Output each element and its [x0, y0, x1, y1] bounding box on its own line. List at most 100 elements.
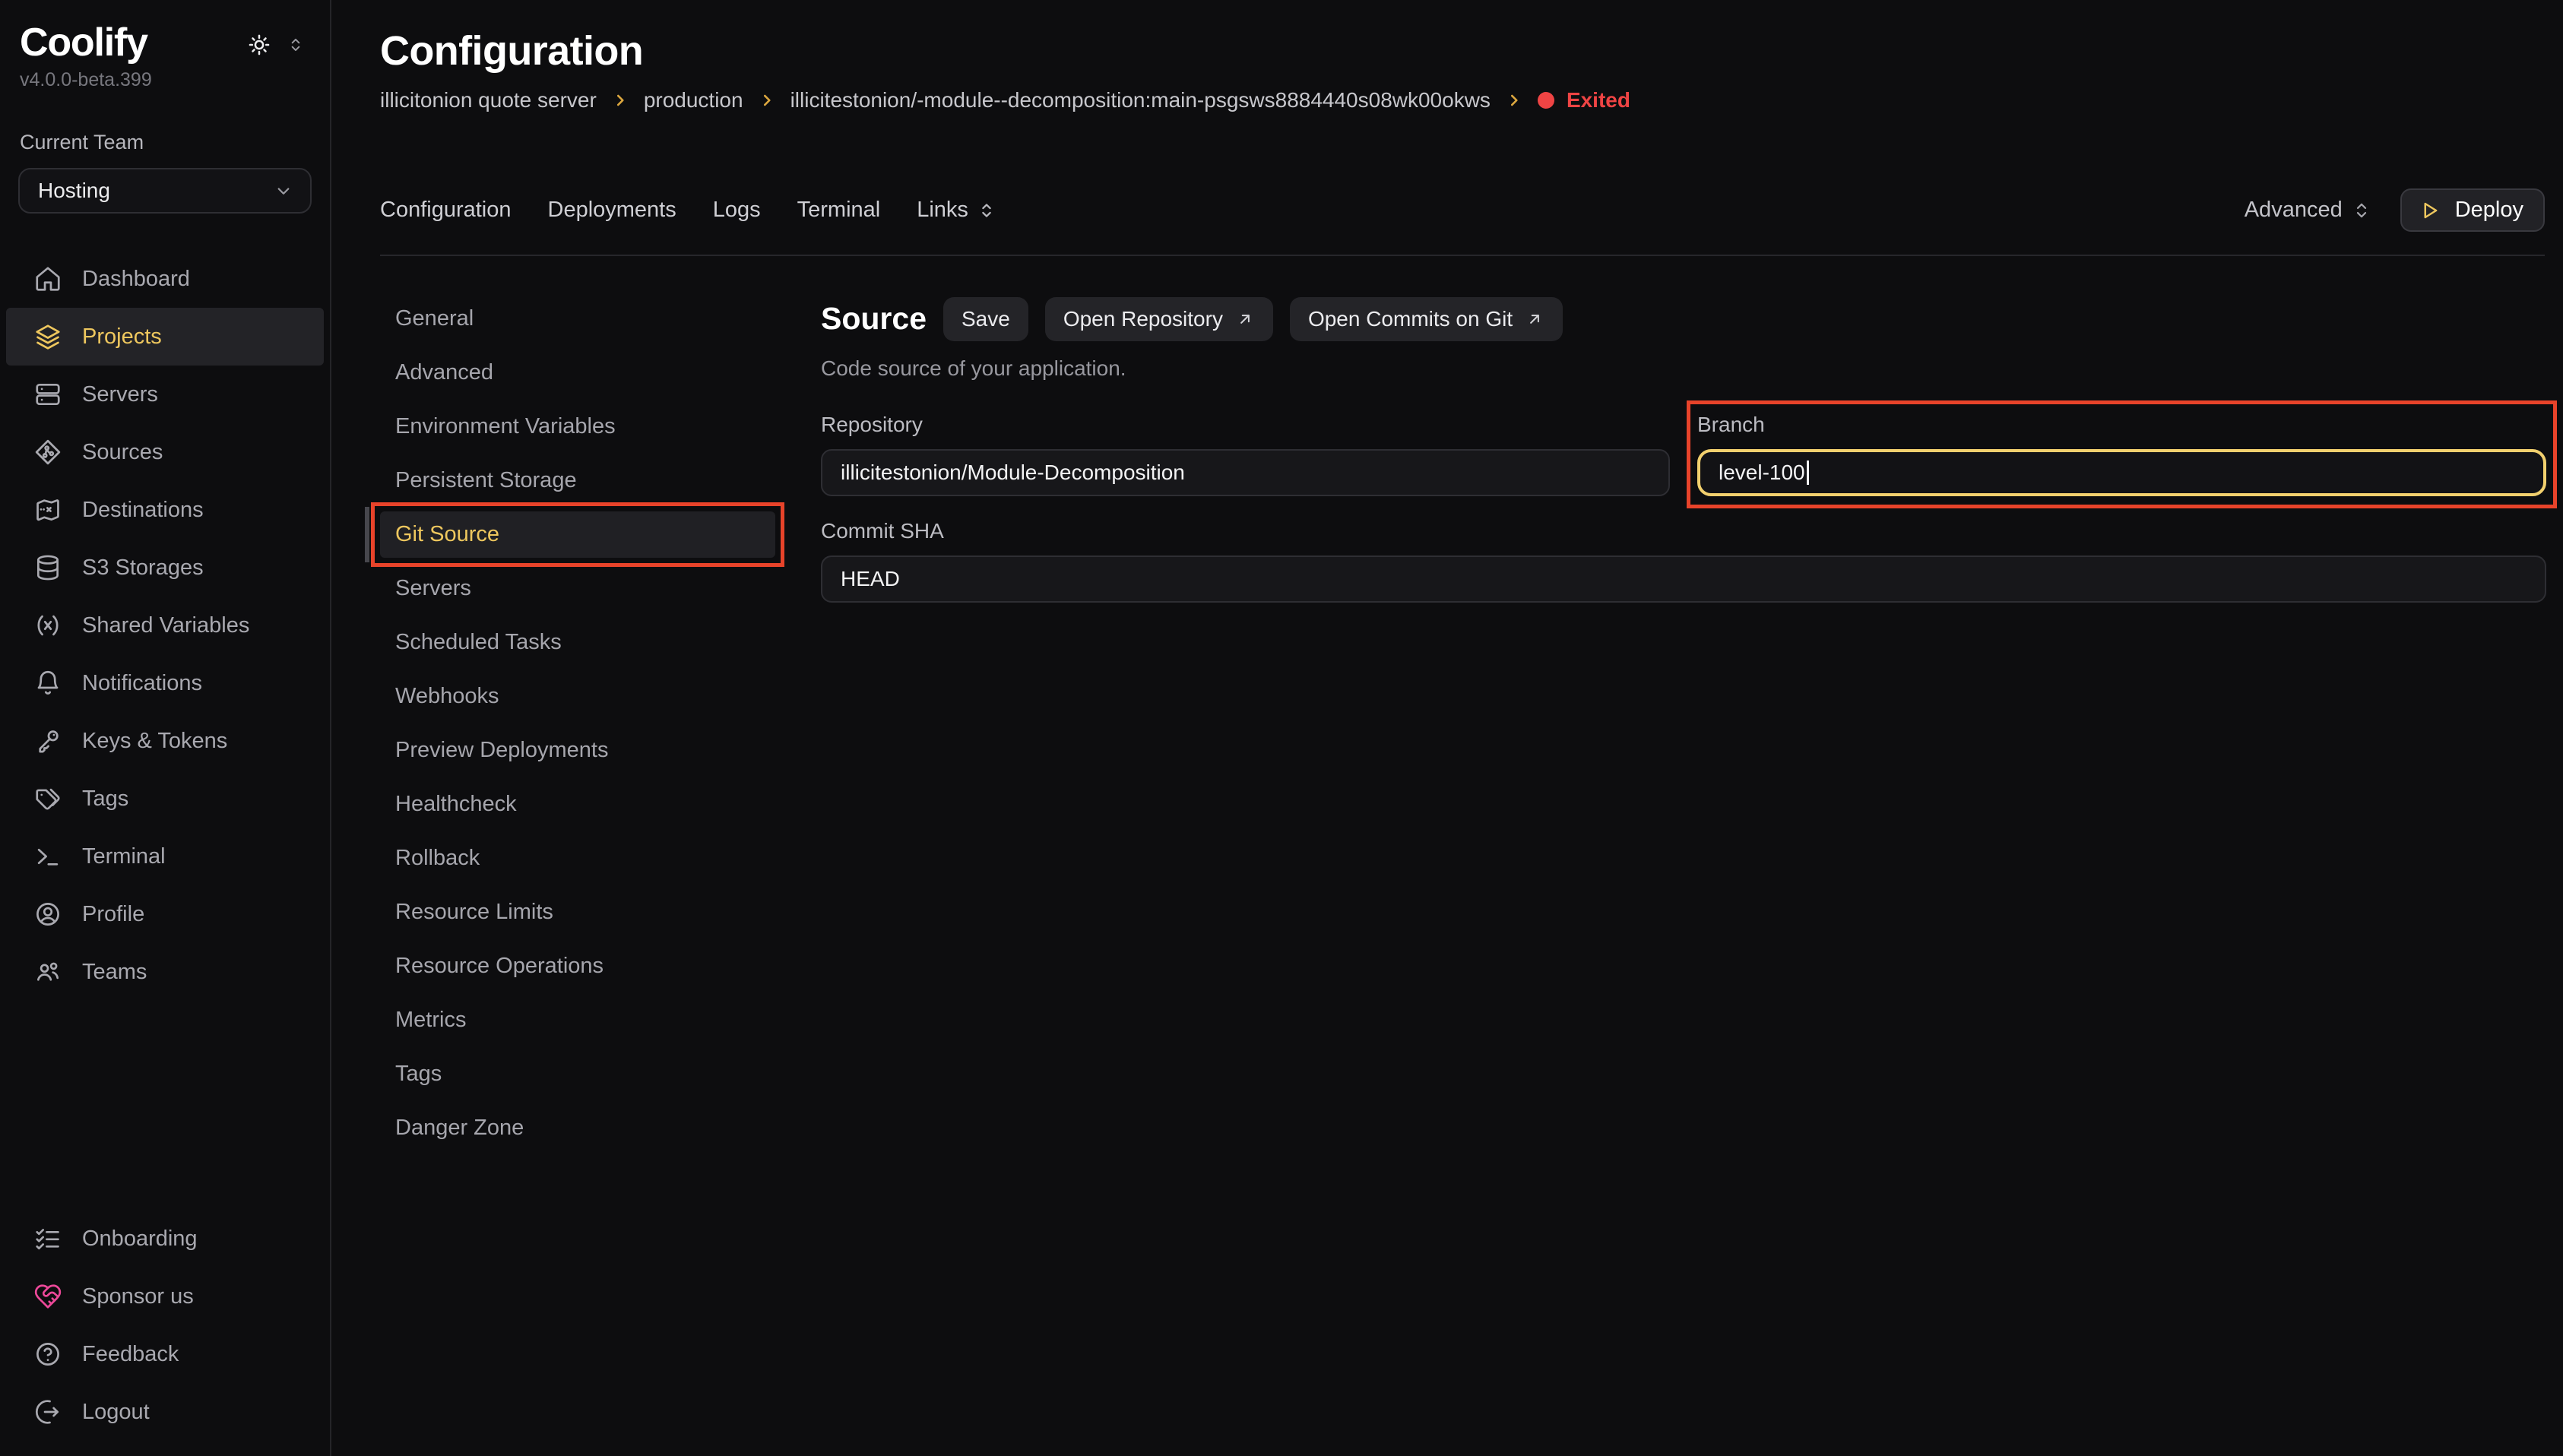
tab-label: Configuration — [380, 198, 512, 223]
main-area: Configuration illicitonion quote server p… — [331, 0, 2563, 1456]
sidebar-item-keys-tokens[interactable]: Keys & Tokens — [0, 712, 330, 770]
sidebar-item-onboarding[interactable]: Onboarding — [0, 1210, 330, 1268]
repository-field-group: Repository illicitestonion/Module-Decomp… — [821, 413, 1670, 496]
subnav-item-scheduled-tasks[interactable]: Scheduled Tasks — [380, 619, 775, 666]
subnav-item-general[interactable]: General — [380, 296, 775, 342]
theme-toggle-sun-icon[interactable] — [246, 32, 272, 58]
open-repository-label: Open Repository — [1063, 306, 1223, 332]
coolify-app: Coolify v4.0.0-beta.399 Current Team Hos… — [0, 0, 2563, 1456]
subnav-item-tags[interactable]: Tags — [380, 1051, 775, 1097]
help-circle-icon — [33, 1340, 62, 1369]
sidebar-item-terminal[interactable]: Terminal — [0, 828, 330, 885]
chevron-right-icon — [757, 90, 777, 110]
sidebar-item-projects[interactable]: Projects — [6, 308, 324, 366]
tab-list: Configuration Deployments Logs Terminal Link… — [380, 198, 997, 223]
sidebar-collapse-chevrons-icon[interactable] — [286, 35, 306, 55]
sidebar-item-tags[interactable]: Tags — [0, 770, 330, 828]
repository-input[interactable]: illicitestonion/Module-Decomposition — [821, 449, 1670, 496]
source-heading: Source — [821, 301, 927, 337]
source-header: Source Save Open Repository Open Commits… — [821, 297, 2546, 341]
status-badge: Exited — [1538, 88, 1630, 112]
subnav-item-preview-deployments[interactable]: Preview Deployments — [380, 727, 775, 774]
map-icon — [33, 495, 62, 524]
breadcrumb-item[interactable]: production — [644, 88, 743, 112]
tab-actions: Advanced Deploy — [2245, 188, 2545, 232]
sidebar-nav: Dashboard Projects ServersSourcesDestinati… — [0, 250, 330, 1001]
sidebar-item-notifications[interactable]: Notifications — [0, 654, 330, 712]
tab-label: Deployments — [548, 198, 676, 223]
deploy-button[interactable]: Deploy — [2400, 188, 2545, 232]
subnav-item-healthcheck[interactable]: Healthcheck — [380, 781, 775, 828]
status-label: Exited — [1567, 88, 1630, 112]
sidebar-item-label: Dashboard — [82, 267, 190, 292]
subnav-item-environment-variables[interactable]: Environment Variables — [380, 404, 775, 450]
sidebar-item-label: Shared Variables — [82, 613, 249, 638]
subnav-item-metrics[interactable]: Metrics — [380, 997, 775, 1043]
subnav-item-advanced[interactable]: Advanced — [380, 350, 775, 396]
subnav-item-webhooks[interactable]: Webhooks — [380, 673, 775, 720]
app-logo: Coolify — [20, 21, 147, 65]
sidebar-item-logout[interactable]: Logout — [0, 1383, 330, 1441]
subnav-item-resource-limits[interactable]: Resource Limits — [380, 889, 775, 935]
tags-icon — [33, 784, 62, 813]
sidebar-item-profile[interactable]: Profile — [0, 885, 330, 943]
tab-deployments[interactable]: Deployments — [548, 198, 676, 223]
chevron-right-icon — [610, 90, 630, 110]
sidebar-item-sponsor-us[interactable]: Sponsor us — [0, 1268, 330, 1325]
tab-bar: Configuration Deployments Logs Terminal Link… — [380, 188, 2545, 256]
source-section: Source Save Open Repository Open Commits… — [821, 296, 2546, 1456]
sidebar-item-label: Sponsor us — [82, 1284, 194, 1309]
subnav-item-danger-zone[interactable]: Danger Zone — [380, 1105, 775, 1151]
commit-sha-input[interactable]: HEAD — [821, 555, 2546, 603]
sidebar-footer-nav: Onboarding Sponsor us FeedbackLogout — [0, 1210, 330, 1441]
play-icon — [2419, 199, 2441, 222]
chevrons-up-down-icon — [976, 200, 997, 221]
branch-input[interactable]: level-100 — [1697, 449, 2546, 496]
sidebar-item-s3-storages[interactable]: S3 Storages — [0, 539, 330, 597]
tab-label: Logs — [713, 198, 761, 223]
team-select[interactable]: Hosting — [18, 168, 312, 214]
save-button[interactable]: Save — [943, 297, 1028, 341]
branch-field-group: Branch level-100 — [1697, 413, 2546, 496]
chevrons-up-down-icon — [2350, 199, 2373, 222]
sidebar-item-servers[interactable]: Servers — [0, 366, 330, 423]
sidebar-item-feedback[interactable]: Feedback — [0, 1325, 330, 1383]
logout-icon — [33, 1397, 62, 1426]
tab-logs[interactable]: Logs — [713, 198, 761, 223]
sidebar-item-label: Tags — [82, 787, 128, 812]
subnav-item-rollback[interactable]: Rollback — [380, 835, 775, 882]
subnav-item-resource-operations[interactable]: Resource Operations — [380, 943, 775, 989]
source-form: Repository illicitestonion/Module-Decomp… — [821, 413, 2546, 603]
sidebar-item-label: Keys & Tokens — [82, 729, 227, 754]
subnav-item-persistent-storage[interactable]: Persistent Storage — [380, 457, 775, 504]
tab-terminal[interactable]: Terminal — [797, 198, 881, 223]
sidebar-item-dashboard[interactable]: Dashboard — [0, 250, 330, 308]
sidebar-item-shared-variables[interactable]: Shared Variables — [0, 597, 330, 654]
variables-icon — [33, 611, 62, 640]
breadcrumb-item[interactable]: illicitestonion/-module--decomposition:m… — [790, 88, 1491, 112]
sidebar-item-label: Projects — [82, 324, 162, 350]
key-icon — [33, 726, 62, 755]
breadcrumb-item[interactable]: illicitonion quote server — [380, 88, 597, 112]
commit-sha-field-group: Commit SHA HEAD — [821, 519, 2546, 603]
current-team-label: Current Team — [0, 131, 330, 154]
user-circle-icon — [33, 900, 62, 929]
open-repository-button[interactable]: Open Repository — [1045, 297, 1273, 341]
save-label: Save — [962, 306, 1010, 332]
tab-configuration[interactable]: Configuration — [380, 198, 512, 223]
repository-label: Repository — [821, 413, 1670, 437]
branch-value: level-100 — [1719, 461, 1805, 485]
database-icon — [33, 553, 62, 582]
open-commits-button[interactable]: Open Commits on Git — [1290, 297, 1563, 341]
advanced-dropdown[interactable]: Advanced — [2245, 198, 2373, 223]
subnav-item-git-source[interactable]: Git Source — [380, 511, 775, 558]
tab-links[interactable]: Links — [917, 198, 997, 223]
app-version: v4.0.0-beta.399 — [0, 69, 330, 91]
layers-icon — [33, 322, 62, 351]
subnav-item-servers[interactable]: Servers — [380, 565, 775, 612]
bell-icon — [33, 669, 62, 698]
sidebar-item-destinations[interactable]: Destinations — [0, 481, 330, 539]
sidebar-item-teams[interactable]: Teams — [0, 943, 330, 1001]
users-icon — [33, 957, 62, 986]
sidebar-item-sources[interactable]: Sources — [0, 423, 330, 481]
